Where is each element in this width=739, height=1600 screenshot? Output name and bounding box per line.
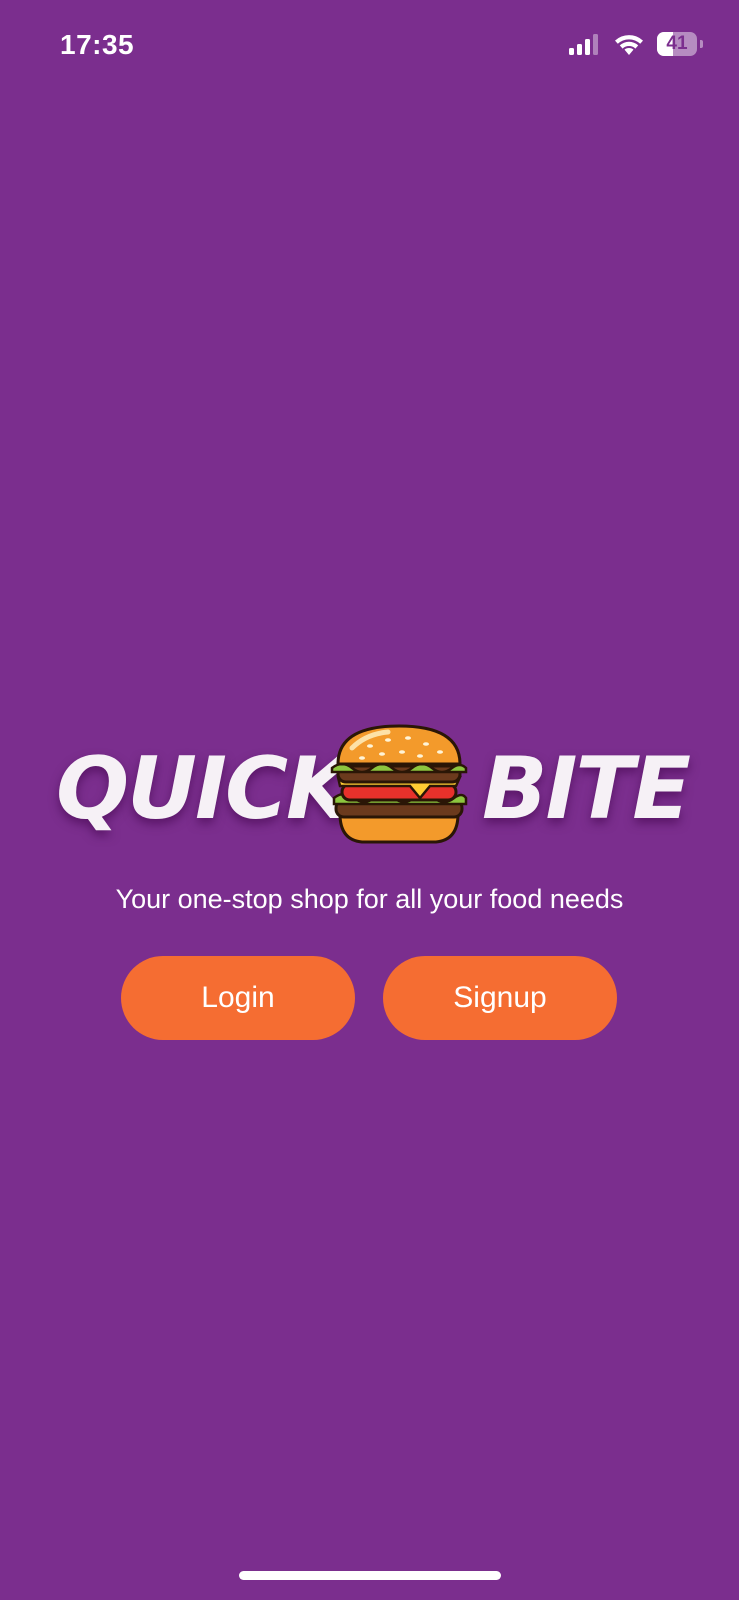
status-icons: 41 — [569, 32, 703, 56]
logo-word-bite: BITE — [482, 739, 691, 839]
wifi-icon — [615, 34, 643, 55]
status-bar: 17:35 41 — [0, 0, 739, 92]
battery-icon: 41 — [657, 32, 703, 56]
status-time: 17:35 — [60, 29, 135, 60]
home-indicator[interactable] — [239, 1571, 501, 1580]
login-button[interactable]: Login — [121, 956, 355, 1040]
burger-icon — [330, 724, 468, 844]
signal-icon — [569, 34, 598, 55]
tagline: Your one-stop shop for all your food nee… — [115, 884, 624, 914]
battery-level: 41 — [666, 33, 688, 54]
app-logo: QUICK BITE — [56, 722, 691, 852]
logo-word-quick: QUICK — [56, 739, 353, 839]
signup-button[interactable]: Signup — [383, 956, 617, 1040]
